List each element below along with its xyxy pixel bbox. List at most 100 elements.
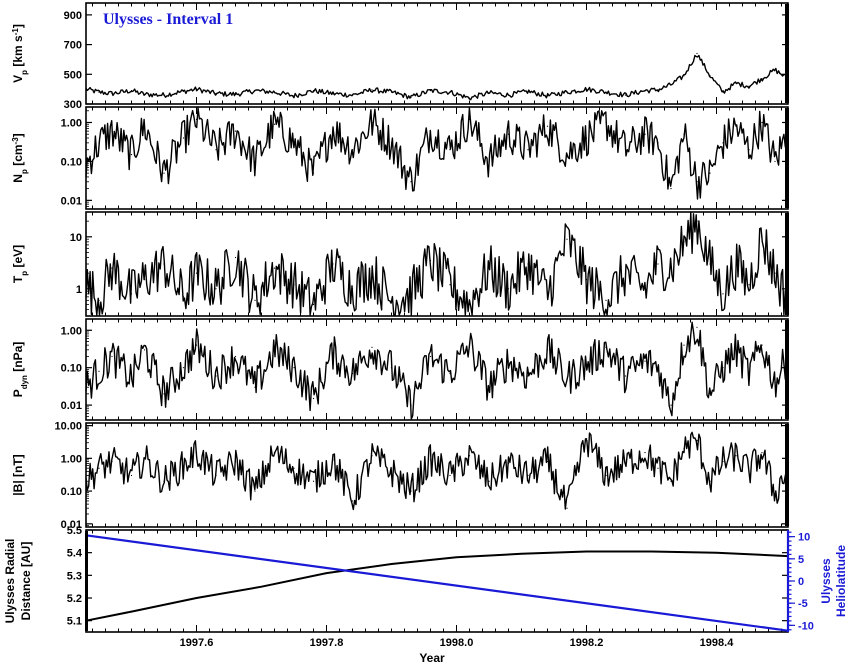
data-point-pdyn: [566, 378, 568, 380]
data-point-b: [429, 459, 432, 461]
data-point-tp: [351, 288, 354, 290]
data-point-pdyn: [761, 344, 763, 346]
data-point-pdyn: [657, 367, 659, 369]
edge-mark: [785, 320, 789, 419]
data-point-b: [254, 490, 256, 492]
data-point-pdyn: [507, 360, 510, 362]
data-point-vp: [605, 91, 607, 93]
data-point-pdyn: [585, 364, 588, 366]
y-tick-label-vp: 700: [64, 40, 82, 52]
data-point-tp: [234, 256, 237, 259]
data-point-np: [371, 121, 373, 124]
data-point-vp: [527, 90, 529, 92]
data-point-np: [488, 160, 490, 163]
data-point-tp: [683, 241, 685, 243]
data-point-vp: [488, 92, 490, 94]
panel-frame-np: [85, 106, 789, 210]
y-ticks-b: [86, 424, 788, 525]
data-point-tp: [130, 293, 133, 295]
data-point-pdyn: [182, 367, 185, 369]
data-point-tp: [254, 299, 256, 301]
y2-tick-label: 0: [798, 576, 804, 588]
y2-axis-label: Ulysses: [819, 558, 833, 604]
data-point-tp: [273, 267, 276, 269]
data-point-pdyn: [98, 370, 100, 372]
data-point-pdyn: [351, 372, 354, 375]
data-point-vp: [644, 90, 646, 92]
data-point-vp: [585, 88, 588, 90]
data-point-b: [488, 480, 490, 482]
data-point-b: [761, 451, 763, 454]
series-line-pdyn: [85, 321, 789, 420]
series-line-heliolatitude: [85, 534, 789, 632]
data-point-tp: [624, 272, 627, 274]
data-point-pdyn: [195, 344, 198, 346]
right-edge-marks: [85, 4, 789, 631]
data-point-vp: [722, 91, 724, 93]
data-point-b: [670, 480, 672, 482]
data-point-vp: [683, 75, 685, 77]
data-point-b: [657, 467, 659, 469]
data-point-b: [696, 439, 698, 442]
data-point-np: [182, 137, 185, 139]
data-point-vp: [624, 94, 627, 96]
data-point-b: [130, 474, 133, 477]
edge-mark: [785, 108, 789, 208]
data-point-tp: [312, 303, 315, 306]
edge-mark: [785, 213, 789, 315]
data-point-vp: [254, 90, 256, 92]
data-point-b: [371, 455, 373, 457]
data-point-np: [566, 153, 568, 156]
data-point-tp: [644, 288, 646, 290]
data-point-np: [585, 137, 588, 139]
x-tick-label: 1998.0: [440, 637, 474, 649]
series-line-vp: [85, 54, 789, 101]
data-point-np: [293, 142, 295, 144]
data-point-np: [390, 142, 393, 144]
data-point-b: [546, 460, 549, 463]
data-point-pdyn: [215, 375, 217, 377]
data-point-tp: [670, 267, 672, 269]
data-point-np: [195, 118, 198, 121]
data-point-vp: [85, 88, 87, 90]
data-point-b: [390, 470, 393, 472]
data-point-b: [215, 474, 217, 477]
data-point-vp: [507, 94, 510, 96]
data-point-b: [312, 480, 315, 482]
data-point-tp: [585, 279, 588, 281]
edge-mark: [785, 4, 789, 103]
data-point-tp: [371, 272, 373, 274]
data-point-tp: [85, 284, 87, 286]
y-tick-label-orbit: 5.4: [67, 548, 83, 560]
data-point-tp: [111, 267, 113, 269]
data-point-np: [468, 118, 471, 121]
data-point-np: [624, 149, 627, 151]
data-point-pdyn: [449, 372, 451, 375]
data-point-pdyn: [293, 367, 295, 369]
data-point-np: [527, 149, 529, 151]
data-point-b: [293, 467, 295, 469]
data-point-vp: [312, 90, 315, 92]
data-point-pdyn: [85, 386, 87, 388]
data-point-vp: [748, 85, 750, 87]
data-point-pdyn: [429, 355, 432, 358]
data-point-tp: [163, 263, 165, 265]
x-tick-label: 1997.6: [180, 637, 214, 649]
data-point-np: [254, 160, 256, 163]
data-point-vp: [111, 93, 113, 95]
data-point-vp: [468, 97, 471, 99]
data-point-b: [234, 460, 237, 463]
data-point-b: [85, 480, 87, 482]
y-axis-label-orbit: Distance [AU]: [19, 542, 33, 621]
data-point-vp: [273, 91, 276, 93]
data-point-np: [774, 160, 776, 163]
data-point-tp: [143, 279, 146, 281]
panel-orbit: 5.1 5.2 5.3 5.4 5.5 Ulysses Radial Distance [A…: [3, 525, 848, 649]
data-point-vp: [98, 91, 100, 93]
data-point-pdyn: [371, 346, 373, 348]
data-point-np: [761, 121, 763, 124]
panel-pdyn: 0.01 0.10 1.00 Pdyn [nPa]: [11, 318, 789, 421]
data-point-pdyn: [722, 367, 724, 369]
y-tick-label-b: 1.00: [61, 453, 82, 465]
panel-np: 0.01 0.10 1.00 Np [cm-3]: [11, 106, 789, 210]
